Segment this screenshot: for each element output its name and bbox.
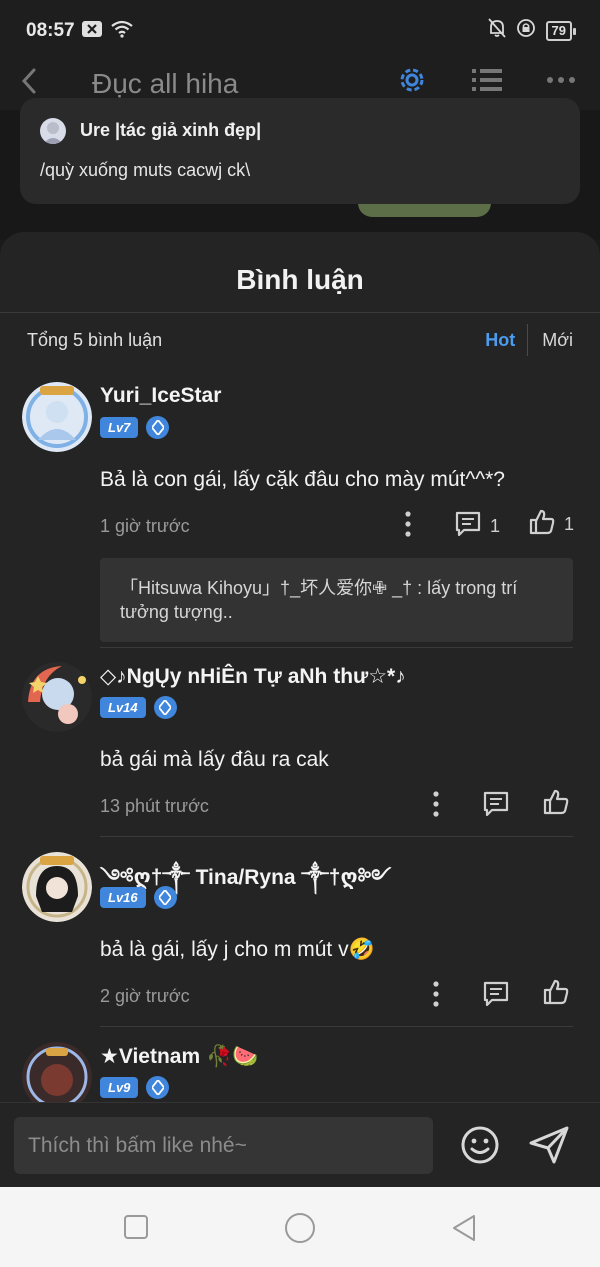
verified-icon xyxy=(153,886,177,909)
thumbs-up-icon xyxy=(528,508,556,541)
more-vertical-icon[interactable] xyxy=(424,790,448,823)
level-badge: Lv7 xyxy=(100,417,139,438)
reply-preview[interactable]: 「Hitsuwa Kihoyu」†_坏人爱你✙ _† : lấy trong t… xyxy=(100,558,573,642)
divider xyxy=(0,312,600,313)
send-icon[interactable] xyxy=(528,1125,570,1170)
back-arrow-icon[interactable] xyxy=(16,66,42,96)
username[interactable]: ◇♪NgŲy nHiÊn Tự aNh thư☆*♪ xyxy=(100,664,406,689)
avatar[interactable] xyxy=(22,852,92,922)
comment-input-bar: Thích thì bấm like nhé~ xyxy=(0,1102,600,1187)
avatar[interactable] xyxy=(22,662,92,732)
comment-item: ◇♪NgŲy nHiÊn Tự aNh thư☆*♪ Lv14 bả gái m… xyxy=(0,662,600,842)
system-nav-bar xyxy=(0,1187,600,1267)
recent-apps-icon[interactable] xyxy=(123,1214,149,1245)
sort-new-button[interactable]: Mới xyxy=(528,326,573,355)
more-options-icon[interactable] xyxy=(546,68,576,97)
chapter-title: Đục all hiha xyxy=(92,68,239,99)
reply-icon xyxy=(482,980,510,1013)
comment-time: 2 giờ trước xyxy=(100,986,190,1006)
verified-icon xyxy=(146,1076,170,1099)
mute-bell-icon xyxy=(487,18,506,43)
emoji-icon[interactable] xyxy=(460,1125,500,1170)
like-button[interactable] xyxy=(542,978,570,1011)
comments-title: Bình luận xyxy=(236,264,364,295)
reply-button[interactable] xyxy=(482,980,510,1013)
battery-indicator: 79 xyxy=(545,20,577,41)
comment-item: ★Vietnam 🥀🍉 Lv9 xyxy=(0,1042,600,1102)
level-badge: Lv9 xyxy=(100,1077,139,1098)
avatar[interactable] xyxy=(22,382,92,452)
comment-item: Yuri_IceStar Lv7 Bả là con gái, lấy cặk … xyxy=(0,382,600,652)
comment-divider xyxy=(100,836,573,837)
reply-button[interactable] xyxy=(482,790,510,823)
comment-divider xyxy=(100,647,573,648)
wifi-icon xyxy=(110,20,134,43)
comment-time: 13 phút trước xyxy=(100,796,209,816)
thumbs-up-icon xyxy=(542,978,570,1011)
comment-input[interactable]: Thích thì bấm like nhé~ xyxy=(14,1117,433,1174)
back-icon[interactable] xyxy=(450,1214,478,1247)
reply-icon xyxy=(454,510,482,543)
comment-divider xyxy=(100,1026,573,1027)
notification-x-icon xyxy=(82,21,102,42)
status-time: 08:57 xyxy=(26,20,75,41)
author-avatar xyxy=(40,118,66,144)
avatar[interactable] xyxy=(22,1042,92,1102)
chapter-list-icon[interactable] xyxy=(472,66,502,99)
comment-text: bả gái mà lấy đâu ra cak xyxy=(100,748,329,771)
gear-icon[interactable] xyxy=(396,64,428,101)
sort-toggle: Hot Mới xyxy=(473,324,573,356)
like-count: 1 xyxy=(564,514,575,534)
comment-total: Tổng 5 bình luận xyxy=(27,330,163,350)
author-name: Ure |tác giả xinh đẹp| xyxy=(80,120,262,140)
more-vertical-icon[interactable] xyxy=(424,980,448,1013)
author-message: /quỳ xuống muts cacwj ck\ xyxy=(40,160,251,180)
comments-sheet: Bình luận Tổng 5 bình luận Hot Mới Yuri_… xyxy=(0,232,600,1187)
like-button[interactable] xyxy=(542,788,570,821)
author-note-card: Ure |tác giả xinh đẹp| /quỳ xuống muts c… xyxy=(20,98,580,204)
verified-icon xyxy=(146,416,170,439)
verified-icon xyxy=(153,696,177,719)
comment-item: ༺ღ†༒ Tina/Ryna ༒†ღ༻ Lv16 bả là gái, lấy … xyxy=(0,852,600,1032)
comment-time: 1 giờ trước xyxy=(100,516,190,536)
thumbs-up-icon xyxy=(542,788,570,821)
like-button[interactable]: 1 xyxy=(528,508,574,541)
home-icon[interactable] xyxy=(284,1212,316,1249)
comment-text: bả là gái, lấy j cho m mút v🤣 xyxy=(100,938,375,961)
reply-count: 1 xyxy=(490,516,501,536)
level-badge: Lv16 xyxy=(100,887,146,908)
comment-text: Bả là con gái, lấy cặk đâu cho mày mút^^… xyxy=(100,468,505,491)
username[interactable]: Yuri_IceStar xyxy=(100,384,221,408)
status-bar: 08:57 79 xyxy=(0,0,600,62)
level-badge: Lv14 xyxy=(100,697,146,718)
lock-rotation-icon xyxy=(516,18,536,43)
reply-icon xyxy=(482,790,510,823)
more-vertical-icon[interactable] xyxy=(396,510,420,543)
username[interactable]: ★Vietnam 🥀🍉 xyxy=(100,1044,258,1069)
reply-button[interactable]: 1 xyxy=(454,510,500,543)
sort-hot-button[interactable]: Hot xyxy=(473,326,527,355)
